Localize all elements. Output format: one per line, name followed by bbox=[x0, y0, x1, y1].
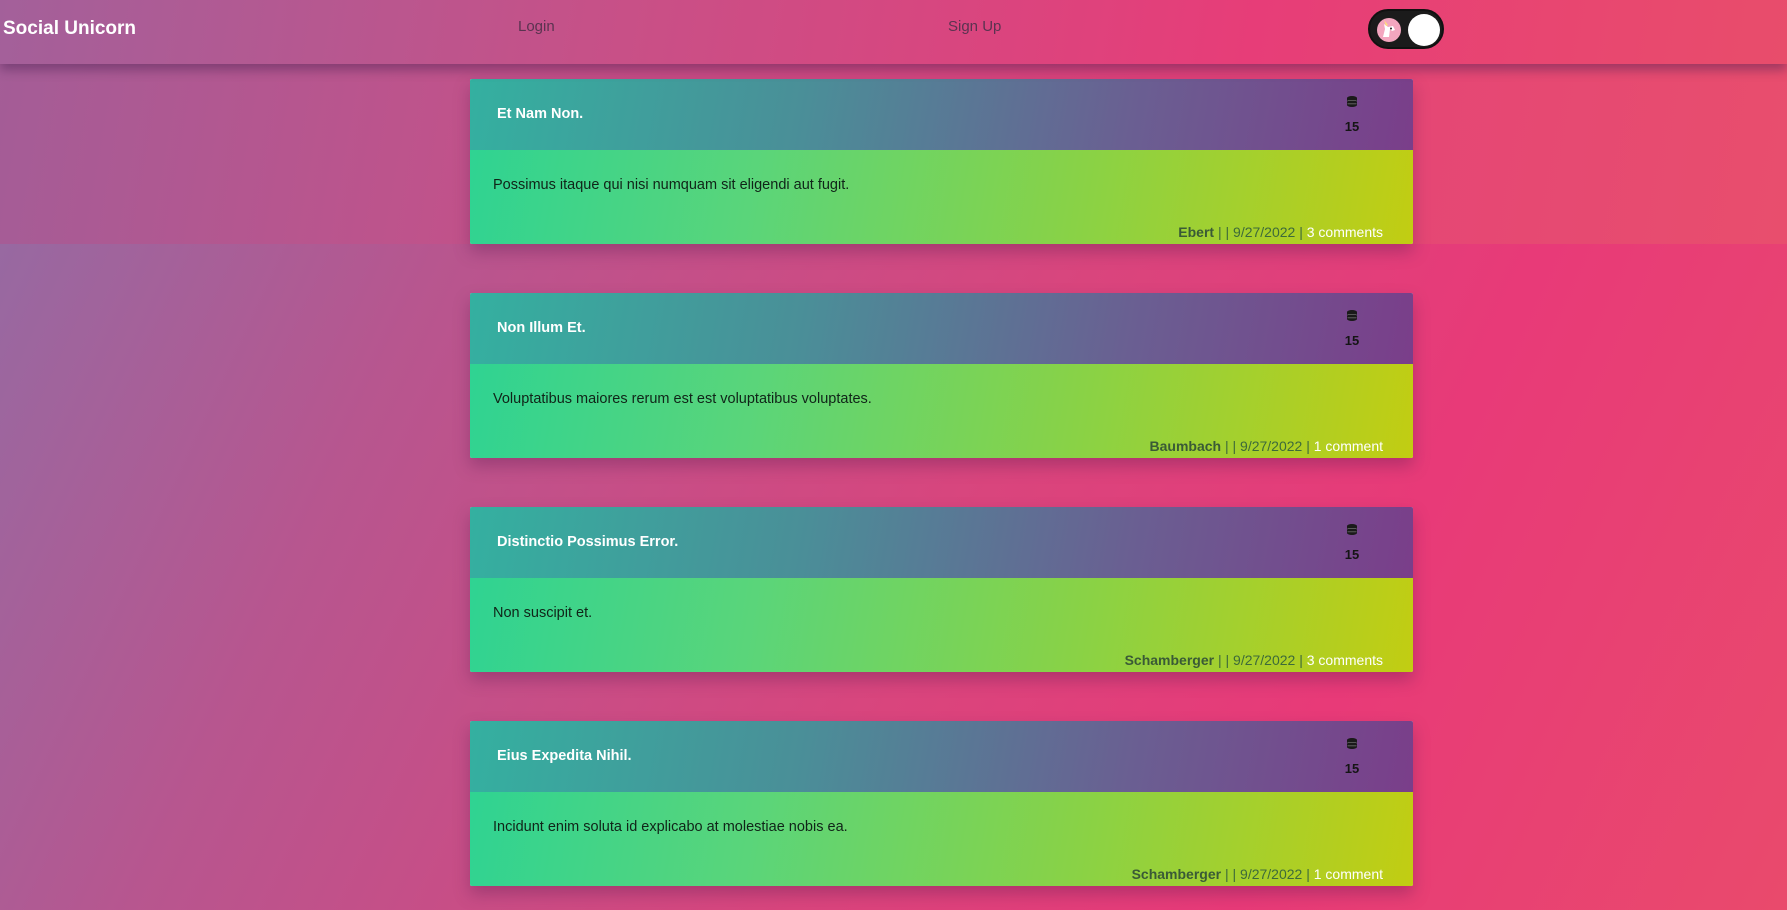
post-author[interactable]: Schamberger bbox=[1132, 866, 1221, 882]
post-author[interactable]: Baumbach bbox=[1150, 438, 1222, 454]
post-points: 15 bbox=[1344, 333, 1360, 348]
post-card[interactable]: Non Illum Et. 15 Voluptatibus maiores re… bbox=[470, 293, 1413, 458]
meta-separator: | | bbox=[1221, 438, 1241, 454]
post-date: 9/27/2022 bbox=[1233, 224, 1296, 240]
post-meta: Baumbach | | 9/27/2022 | 1 comment bbox=[1150, 438, 1384, 454]
post-date: 9/27/2022 bbox=[1233, 652, 1296, 668]
comments-link[interactable]: 1 comment bbox=[1314, 866, 1383, 882]
post-card[interactable]: Eius Expedita Nihil. 15 Incidunt enim so… bbox=[470, 721, 1413, 886]
post-meta: Ebert | | 9/27/2022 | 3 comments bbox=[1178, 224, 1383, 240]
post-title[interactable]: Non Illum Et. bbox=[497, 320, 586, 336]
post-author[interactable]: Ebert bbox=[1178, 224, 1214, 240]
post-header: Non Illum Et. 15 bbox=[470, 293, 1413, 364]
post-text: Possimus itaque qui nisi numquam sit eli… bbox=[493, 177, 850, 193]
post-date: 9/27/2022 bbox=[1240, 438, 1303, 454]
signup-link[interactable]: Sign Up bbox=[948, 18, 1001, 35]
unicorn-icon bbox=[1377, 18, 1401, 42]
post-header: Distinctio Possimus Error. 15 bbox=[470, 507, 1413, 578]
post-body: Incidunt enim soluta id explicabo at mol… bbox=[470, 792, 1413, 886]
post-points: 15 bbox=[1344, 547, 1360, 562]
post-points: 15 bbox=[1344, 119, 1360, 134]
theme-toggle[interactable] bbox=[1368, 9, 1444, 49]
post-author[interactable]: Schamberger bbox=[1125, 652, 1214, 668]
post-body: Possimus itaque qui nisi numquam sit eli… bbox=[470, 150, 1413, 244]
navbar: Social Unicorn Login Sign Up bbox=[0, 0, 1787, 64]
meta-separator: | | bbox=[1214, 652, 1234, 668]
coins-icon bbox=[1347, 96, 1357, 107]
brand-logo[interactable]: Social Unicorn bbox=[3, 18, 136, 40]
post-text: Incidunt enim soluta id explicabo at mol… bbox=[493, 819, 848, 835]
comments-link[interactable]: 1 comment bbox=[1314, 438, 1383, 454]
meta-separator: | bbox=[1302, 866, 1314, 882]
post-card[interactable]: Distinctio Possimus Error. 15 Non suscip… bbox=[470, 507, 1413, 672]
post-title[interactable]: Et Nam Non. bbox=[497, 106, 583, 122]
post-title[interactable]: Distinctio Possimus Error. bbox=[497, 534, 678, 550]
post-text: Non suscipit et. bbox=[493, 605, 593, 621]
post-title[interactable]: Eius Expedita Nihil. bbox=[497, 748, 632, 764]
post-card[interactable]: Et Nam Non. 15 Possimus itaque qui nisi … bbox=[470, 79, 1413, 244]
meta-separator: | | bbox=[1214, 224, 1234, 240]
post-header: Eius Expedita Nihil. 15 bbox=[470, 721, 1413, 792]
meta-separator: | bbox=[1295, 224, 1307, 240]
post-body: Non suscipit et. Schamberger | | 9/27/20… bbox=[470, 578, 1413, 672]
coins-icon bbox=[1347, 738, 1357, 749]
coins-icon bbox=[1347, 524, 1357, 535]
coins-icon bbox=[1347, 310, 1357, 321]
post-date: 9/27/2022 bbox=[1240, 866, 1303, 882]
post-body: Voluptatibus maiores rerum est est volup… bbox=[470, 364, 1413, 458]
post-text: Voluptatibus maiores rerum est est volup… bbox=[493, 391, 872, 407]
post-meta: Schamberger | | 9/27/2022 | 3 comments bbox=[1125, 652, 1383, 668]
comments-link[interactable]: 3 comments bbox=[1307, 652, 1383, 668]
post-meta: Schamberger | | 9/27/2022 | 1 comment bbox=[1132, 866, 1383, 882]
login-link[interactable]: Login bbox=[518, 18, 555, 35]
meta-separator: | bbox=[1295, 652, 1307, 668]
post-header: Et Nam Non. 15 bbox=[470, 79, 1413, 150]
comments-link[interactable]: 3 comments bbox=[1307, 224, 1383, 240]
meta-separator: | | bbox=[1221, 866, 1241, 882]
post-points: 15 bbox=[1344, 761, 1360, 776]
toggle-knob[interactable] bbox=[1408, 14, 1440, 46]
meta-separator: | bbox=[1302, 438, 1314, 454]
